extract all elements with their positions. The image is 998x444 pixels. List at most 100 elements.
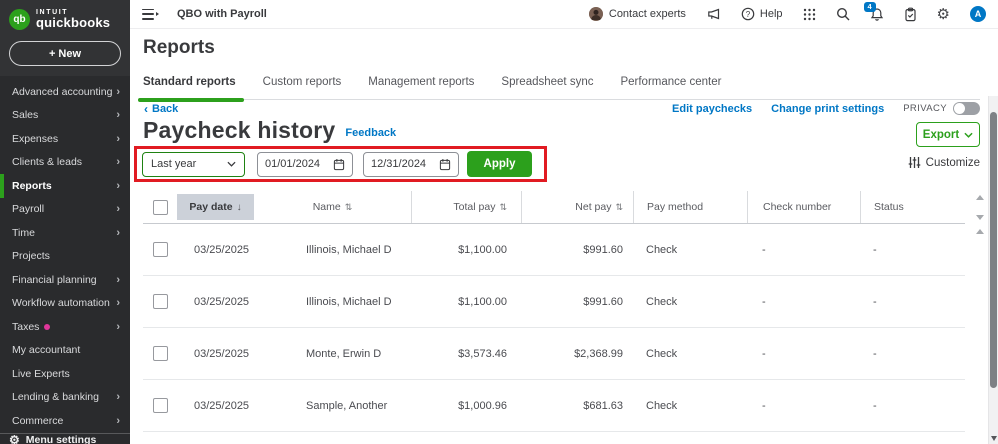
- account-button[interactable]: A: [970, 6, 986, 22]
- row-checkbox[interactable]: [153, 398, 168, 413]
- customize-button[interactable]: Customize: [908, 156, 980, 169]
- paycheck-table: Pay date↓Name⇅Total pay⇅Net pay⇅Pay meth…: [143, 191, 965, 432]
- scrollbar-thumb[interactable]: [990, 112, 997, 388]
- cell-pay-date: 03/25/2025: [177, 400, 254, 412]
- help-button[interactable]: ? Help: [741, 7, 783, 21]
- date-range-select[interactable]: Last year: [142, 152, 245, 177]
- sort-icon: ⇅: [499, 202, 507, 213]
- sidebar-item-my-accountant[interactable]: My accountant: [0, 339, 130, 363]
- contact-experts-button[interactable]: Contact experts: [589, 7, 686, 21]
- tab-spreadsheet-sync[interactable]: Spreadsheet sync: [501, 76, 593, 99]
- column-header-net-pay[interactable]: Net pay⇅: [521, 191, 633, 223]
- sidebar-item-financial-planning[interactable]: Financial planning›: [0, 268, 130, 292]
- app-root: qb INTUIT quickbooks + New Advanced acco…: [0, 0, 998, 444]
- cell-check-number: -: [747, 296, 860, 308]
- scroll-down-icon[interactable]: [976, 215, 984, 220]
- chevron-right-icon: ›: [116, 297, 120, 309]
- report-title: Paycheck history: [143, 117, 335, 144]
- customize-label: Customize: [926, 157, 980, 169]
- table-row[interactable]: 03/25/2025Illinois, Michael D$1,100.00$9…: [143, 224, 965, 276]
- cell-pay-date: 03/25/2025: [177, 348, 254, 360]
- apps-button[interactable]: [803, 8, 816, 21]
- select-all-checkbox[interactable]: [153, 200, 168, 215]
- back-link[interactable]: ‹ Back: [144, 102, 178, 116]
- scrollbar-down-arrow[interactable]: [991, 436, 997, 441]
- sidebar-nav: Advanced accounting›Sales›Expenses›Clien…: [0, 76, 130, 433]
- cell-net-pay: $991.60: [521, 296, 633, 308]
- sidebar-item-reports[interactable]: Reports›: [0, 174, 130, 198]
- chevron-right-icon: ›: [116, 156, 120, 168]
- scroll-up-icon[interactable]: [976, 229, 984, 234]
- sidebar-item-label: Lending & banking: [12, 391, 99, 403]
- settings-button[interactable]: ⚙: [937, 7, 950, 22]
- cell-net-pay: $991.60: [521, 244, 633, 256]
- table-row[interactable]: 03/25/2025Sample, Another$1,000.96$681.6…: [143, 380, 965, 432]
- end-date-input[interactable]: 12/31/2024: [363, 152, 459, 177]
- settings-gear-icon: ⚙: [937, 7, 950, 22]
- change-print-settings-link[interactable]: Change print settings: [771, 103, 884, 115]
- tab-standard-reports[interactable]: Standard reports: [143, 76, 236, 99]
- notification-badge: 4: [864, 2, 876, 12]
- start-date-input[interactable]: 01/01/2024: [257, 152, 353, 177]
- row-checkbox[interactable]: [153, 242, 168, 257]
- announcements-button[interactable]: [706, 7, 721, 21]
- scroll-up-icon[interactable]: [976, 195, 984, 200]
- topbar: QBO with Payroll Contact experts ?: [130, 0, 998, 29]
- gear-icon: ⚙: [9, 434, 20, 444]
- chevron-right-icon: ›: [116, 86, 120, 98]
- sidebar-item-advanced-accounting[interactable]: Advanced accounting›: [0, 80, 130, 104]
- export-label: Export: [923, 129, 959, 141]
- edit-paychecks-link[interactable]: Edit paychecks: [672, 103, 752, 115]
- table-row[interactable]: 03/25/2025Monte, Erwin D$3,573.46$2,368.…: [143, 328, 965, 380]
- cell-total-pay: $1,000.96: [411, 400, 521, 412]
- table-row[interactable]: 03/25/2025Illinois, Michael D$1,100.00$9…: [143, 276, 965, 328]
- search-button[interactable]: [836, 7, 850, 21]
- toggle-knob: [954, 103, 965, 114]
- tasks-button[interactable]: [904, 7, 917, 22]
- sidebar-item-expenses[interactable]: Expenses›: [0, 127, 130, 151]
- back-chevron-icon: ‹: [144, 102, 148, 116]
- sidebar-item-sales[interactable]: Sales›: [0, 104, 130, 128]
- notifications-button[interactable]: 4: [870, 7, 884, 22]
- sidebar-item-label: Expenses: [12, 133, 58, 145]
- column-header-name[interactable]: Name⇅: [254, 194, 411, 220]
- row-checkbox[interactable]: [153, 346, 168, 361]
- user-avatar: A: [970, 6, 986, 22]
- sidebar-item-live-experts[interactable]: Live Experts: [0, 362, 130, 386]
- apply-button[interactable]: Apply: [467, 151, 532, 177]
- cell-name: Illinois, Michael D: [254, 244, 411, 256]
- sidebar-item-taxes[interactable]: Taxes›: [0, 315, 130, 339]
- chevron-right-icon: ›: [116, 227, 120, 239]
- sidebar-item-time[interactable]: Time›: [0, 221, 130, 245]
- feedback-link[interactable]: Feedback: [345, 127, 396, 139]
- tab-management-reports[interactable]: Management reports: [368, 76, 474, 99]
- tab-performance-center[interactable]: Performance center: [620, 76, 721, 99]
- sidebar-item-workflow-automation[interactable]: Workflow automation ›: [0, 292, 130, 316]
- contact-experts-label: Contact experts: [609, 8, 686, 20]
- sidebar-item-projects[interactable]: Projects: [0, 245, 130, 269]
- filter-annotation-box: Last year 01/01/2024 12/31/2024 Apply: [134, 146, 547, 182]
- sidebar-item-label: Workflow automation: [12, 297, 110, 309]
- sidebar-item-clients-leads[interactable]: Clients & leads›: [0, 151, 130, 175]
- column-header-pay-date[interactable]: Pay date↓: [177, 194, 254, 220]
- menu-settings-button[interactable]: ⚙ Menu settings: [0, 433, 130, 444]
- column-header-check-number: Check number: [747, 191, 860, 223]
- column-header-total-pay[interactable]: Total pay⇅: [411, 191, 521, 223]
- page-scrollbar[interactable]: [988, 96, 998, 444]
- sidebar-item-payroll[interactable]: Payroll›: [0, 198, 130, 222]
- cell-name: Monte, Erwin D: [254, 348, 411, 360]
- row-checkbox[interactable]: [153, 294, 168, 309]
- tab-custom-reports[interactable]: Custom reports: [263, 76, 342, 99]
- sidebar-item-lending-banking[interactable]: Lending & banking›: [0, 386, 130, 410]
- collapse-menu-icon[interactable]: [142, 9, 155, 20]
- date-range-value: Last year: [151, 158, 196, 170]
- new-feature-dot: [44, 324, 50, 330]
- sidebar-item-label: Sales: [12, 109, 38, 121]
- export-button[interactable]: Export: [916, 122, 980, 147]
- privacy-toggle[interactable]: [953, 102, 980, 115]
- sliders-icon: [908, 156, 921, 169]
- sidebar-item-commerce[interactable]: Commerce›: [0, 409, 130, 433]
- clipboard-icon: [904, 7, 917, 22]
- page-title: Reports: [143, 37, 215, 59]
- new-button[interactable]: + New: [9, 41, 121, 66]
